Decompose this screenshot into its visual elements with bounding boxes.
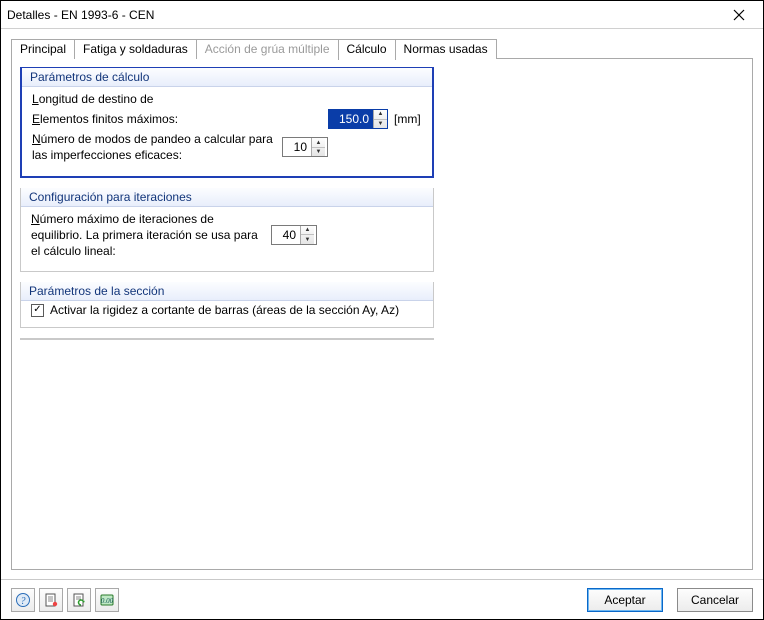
max-fe-spinner[interactable]: ▲ ▼ — [328, 109, 388, 129]
tab-1[interactable]: Fatiga y soldaduras — [74, 39, 197, 59]
max-iter-spin-up[interactable]: ▲ — [301, 226, 314, 236]
dialog-window: Detalles - EN 1993-6 - CEN PrincipalFati… — [0, 0, 764, 620]
group-calc-params: Parámetros de cálculo Longitud de destin… — [20, 67, 434, 178]
tab-bar: PrincipalFatiga y soldadurasAcción de gr… — [11, 37, 753, 59]
max-fe-unit: [mm] — [388, 111, 422, 127]
buckling-modes-input[interactable] — [283, 138, 311, 156]
titlebar: Detalles - EN 1993-6 - CEN — [1, 1, 763, 29]
tab-3[interactable]: Cálculo — [338, 39, 396, 60]
tool-button-3[interactable]: 0.00 — [95, 588, 119, 612]
buckling-modes-spinner[interactable]: ▲ ▼ — [282, 137, 328, 157]
dialog-content: PrincipalFatiga y soldadurasAcción de gr… — [1, 29, 763, 579]
svg-text:?: ? — [21, 596, 26, 607]
group-section-params: Parámetros de la sección ✓ Activar la ri… — [20, 282, 434, 328]
max-fe-input[interactable] — [329, 110, 373, 128]
max-iter-spin-down[interactable]: ▼ — [301, 235, 314, 244]
max-fe-spin-down[interactable]: ▼ — [374, 120, 387, 129]
empty-panel — [20, 338, 434, 340]
close-icon — [733, 9, 745, 21]
max-iter-label: Número máximo de iteraciones de equilibr… — [31, 211, 271, 260]
group-iter-config: Configuración para iteraciones Número má… — [20, 188, 434, 273]
tool-button-1[interactable] — [39, 588, 63, 612]
units-icon: 0.00 — [99, 592, 115, 608]
accept-button[interactable]: Aceptar — [587, 588, 663, 612]
group-section-params-title: Parámetros de la sección — [21, 282, 433, 301]
group-calc-params-title: Parámetros de cálculo — [22, 68, 432, 87]
shear-stiffness-label: Activar la rigidez a cortante de barras … — [50, 303, 399, 317]
buckling-modes-label: Número de modos de pandeo a calcular par… — [32, 131, 282, 163]
group-iter-config-title: Configuración para iteraciones — [21, 188, 433, 207]
tab-0[interactable]: Principal — [11, 39, 75, 59]
tool-button-2[interactable] — [67, 588, 91, 612]
help-icon: ? — [15, 592, 31, 608]
tab-4[interactable]: Normas usadas — [395, 39, 497, 59]
document-reload-icon — [71, 592, 87, 608]
close-button[interactable] — [721, 4, 757, 26]
buckling-modes-spin-up[interactable]: ▲ — [312, 138, 325, 148]
footer-bar: ? 0.00 Aceptar Cancelar — [1, 579, 763, 619]
max-iter-input[interactable] — [272, 226, 300, 244]
window-title: Detalles - EN 1993-6 - CEN — [7, 8, 721, 22]
max-fe-spin-up[interactable]: ▲ — [374, 110, 387, 120]
cancel-button[interactable]: Cancelar — [677, 588, 753, 612]
shear-stiffness-checkbox[interactable]: ✓ — [31, 304, 44, 317]
max-iter-spinner[interactable]: ▲ ▼ — [271, 225, 317, 245]
svg-text:0.00: 0.00 — [101, 597, 114, 605]
target-length-label: Longitud de destino de — [32, 91, 422, 107]
help-button[interactable]: ? — [11, 588, 35, 612]
document-icon — [43, 592, 59, 608]
tab-2: Acción de grúa múltiple — [196, 39, 339, 59]
max-fe-label: Elementos finitos máximos: — [32, 111, 328, 127]
buckling-modes-spin-down[interactable]: ▼ — [312, 148, 325, 157]
tab-calculo-panel: Parámetros de cálculo Longitud de destin… — [11, 58, 753, 570]
